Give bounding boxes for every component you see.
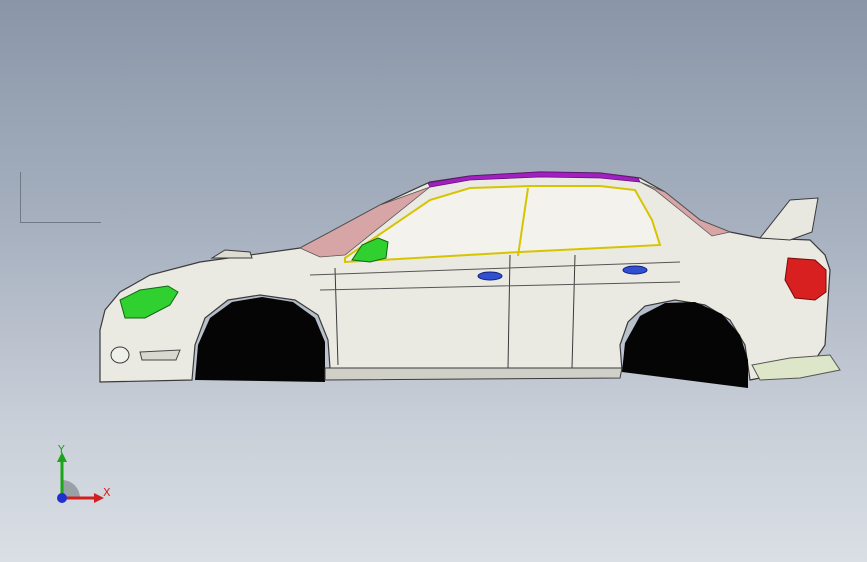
front-door-handle[interactable] [477,271,503,281]
hood-scoop [210,249,253,259]
front-bumper-vent [139,349,181,361]
side-sill [324,367,623,381]
rear-door-handle[interactable] [622,265,648,275]
y-axis-label: Y [58,443,65,456]
coordinate-triad[interactable]: Y X [48,440,118,510]
car-body-model[interactable] [0,0,867,562]
rear-spoiler[interactable] [759,197,819,241]
cad-viewport[interactable]: Y X [0,0,867,562]
z-axis-dot [57,493,67,503]
fog-light [110,346,130,364]
x-axis-label: X [103,486,111,499]
